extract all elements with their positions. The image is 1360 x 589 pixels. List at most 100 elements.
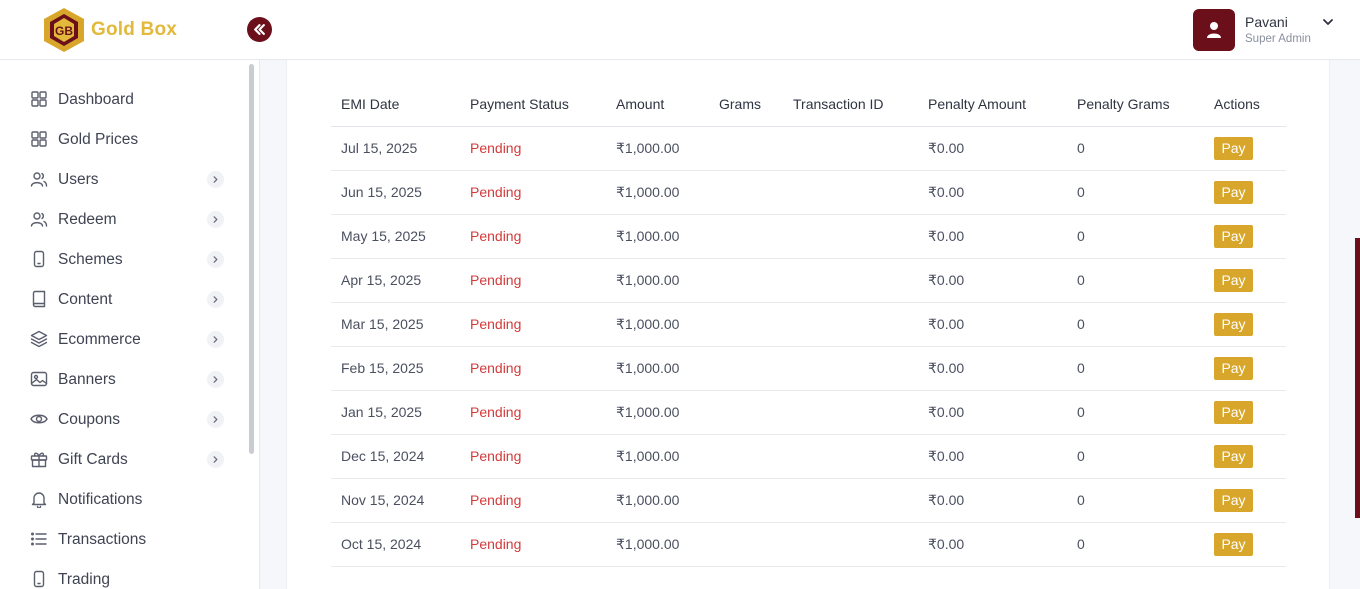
transaction-id-cell	[783, 170, 918, 215]
grams-cell	[709, 478, 783, 523]
penalty-grams-cell: 0	[1067, 126, 1204, 171]
emi-date-cell: Jun 15, 2025	[331, 170, 460, 215]
payment-status-cell: Pending	[460, 522, 606, 567]
sidebar-item-schemes[interactable]: Schemes	[0, 240, 240, 280]
pay-button[interactable]: Pay	[1214, 532, 1253, 556]
payment-status-cell: Pending	[460, 478, 606, 523]
chevron-right-icon	[207, 211, 224, 228]
penalty-grams-cell: 0	[1067, 522, 1204, 567]
sidebar-item-label: Content	[58, 291, 113, 308]
payment-status-cell: Pending	[460, 126, 606, 171]
sidebar-item-label: Ecommerce	[58, 331, 141, 348]
pay-button[interactable]: Pay	[1214, 356, 1253, 380]
transaction-id-cell	[783, 302, 918, 347]
layers-icon	[30, 330, 48, 348]
chevron-down-icon	[1323, 19, 1333, 25]
sidebar-item-label: Dashboard	[58, 91, 134, 108]
grams-cell	[709, 170, 783, 215]
pay-button[interactable]: Pay	[1214, 136, 1253, 160]
mobile-icon	[33, 250, 45, 268]
grams-cell	[709, 390, 783, 435]
penalty-amount-cell: ₹0.00	[918, 302, 1067, 347]
penalty-amount-cell: ₹0.00	[918, 126, 1067, 171]
amount-cell: ₹1,000.00	[606, 522, 709, 567]
penalty-amount-cell: ₹0.00	[918, 478, 1067, 523]
emi-date-cell: Oct 15, 2024	[331, 522, 460, 567]
amount-cell: ₹1,000.00	[606, 346, 709, 391]
transaction-id-cell	[783, 126, 918, 171]
pay-button[interactable]: Pay	[1214, 180, 1253, 204]
sidebar-item-transactions[interactable]: Transactions	[0, 520, 240, 560]
sidebar-item-coupons[interactable]: Coupons	[0, 400, 240, 440]
grams-cell	[709, 522, 783, 567]
transaction-id-cell	[783, 346, 918, 391]
actions-cell: Pay	[1204, 214, 1286, 259]
sidebar-item-dashboard[interactable]: Dashboard	[0, 80, 240, 120]
penalty-amount-cell: ₹0.00	[918, 434, 1067, 479]
sidebar-item-label: Redeem	[58, 211, 117, 228]
chevron-right-icon	[207, 371, 224, 388]
amount-cell: ₹1,000.00	[606, 478, 709, 523]
pay-button[interactable]: Pay	[1214, 312, 1253, 336]
sidebar-item-trading[interactable]: Trading	[0, 560, 240, 589]
sidebar-item-label: Notifications	[58, 491, 143, 508]
amount-cell: ₹1,000.00	[606, 170, 709, 215]
actions-cell: Pay	[1204, 390, 1286, 435]
payment-status-cell: Pending	[460, 258, 606, 303]
grid-icon	[31, 131, 47, 147]
table-row: Jun 15, 2025 Pending ₹1,000.00 ₹0.00 0 Pay	[331, 170, 1286, 215]
grid-icon	[31, 91, 47, 107]
sidebar-item-redeem[interactable]: Redeem	[0, 200, 240, 240]
bell-icon	[31, 492, 47, 508]
emi-date-cell: Jul 15, 2025	[331, 126, 460, 171]
grams-cell	[709, 258, 783, 303]
emi-date-cell: Feb 15, 2025	[331, 346, 460, 391]
actions-cell: Pay	[1204, 522, 1286, 567]
emi-date-cell: Mar 15, 2025	[331, 302, 460, 347]
transaction-id-cell	[783, 214, 918, 259]
penalty-grams-cell: 0	[1067, 434, 1204, 479]
pay-button[interactable]: Pay	[1214, 400, 1253, 424]
page-scrollbar[interactable]	[1355, 238, 1360, 518]
emi-date-cell: Jan 15, 2025	[331, 390, 460, 435]
grams-cell	[709, 302, 783, 347]
column-header-actions: Actions	[1204, 82, 1286, 127]
collapse-sidebar-button[interactable]	[247, 17, 272, 42]
user-icon	[1207, 22, 1221, 38]
sidebar-item-gold-prices[interactable]: Gold Prices	[0, 120, 240, 160]
sidebar-item-gift-cards[interactable]: Gift Cards	[0, 440, 240, 480]
emi-schedule-card: EMI Date Payment Status Amount Grams Tra…	[286, 60, 1330, 589]
actions-cell: Pay	[1204, 170, 1286, 215]
table-row: Jul 15, 2025 Pending ₹1,000.00 ₹0.00 0 Pay	[331, 126, 1286, 171]
sidebar-item-ecommerce[interactable]: Ecommerce	[0, 320, 240, 360]
transaction-id-cell	[783, 434, 918, 479]
list-icon	[31, 532, 47, 546]
pay-button[interactable]: Pay	[1214, 444, 1253, 468]
user-menu[interactable]: Pavani Super Admin	[1193, 9, 1343, 51]
book-icon	[32, 290, 46, 308]
column-header-amount: Amount	[606, 82, 709, 127]
top-bar: GB Gold Box Pavani Super Admin	[0, 0, 1360, 60]
transaction-id-cell	[783, 258, 918, 303]
column-header-penalty-amount: Penalty Amount	[918, 82, 1067, 127]
svg-text:GB: GB	[55, 24, 73, 38]
penalty-amount-cell: ₹0.00	[918, 390, 1067, 435]
gift-icon	[30, 452, 48, 468]
chevron-right-icon	[207, 331, 224, 348]
sidebar-item-notifications[interactable]: Notifications	[0, 480, 240, 520]
pay-button[interactable]: Pay	[1214, 224, 1253, 248]
sidebar-item-users[interactable]: Users	[0, 160, 240, 200]
table-header-row: EMI Date Payment Status Amount Grams Tra…	[331, 82, 1286, 127]
pay-button[interactable]: Pay	[1214, 268, 1253, 292]
amount-cell: ₹1,000.00	[606, 302, 709, 347]
pay-button[interactable]: Pay	[1214, 488, 1253, 512]
amount-cell: ₹1,000.00	[606, 214, 709, 259]
sidebar-item-banners[interactable]: Banners	[0, 360, 240, 400]
penalty-grams-cell: 0	[1067, 302, 1204, 347]
sidebar-item-content[interactable]: Content	[0, 280, 240, 320]
grams-cell	[709, 434, 783, 479]
penalty-grams-cell: 0	[1067, 214, 1204, 259]
sidebar-scrollbar[interactable]	[249, 64, 254, 454]
column-header-transaction-id: Transaction ID	[783, 82, 918, 127]
mobile-icon	[33, 570, 45, 588]
